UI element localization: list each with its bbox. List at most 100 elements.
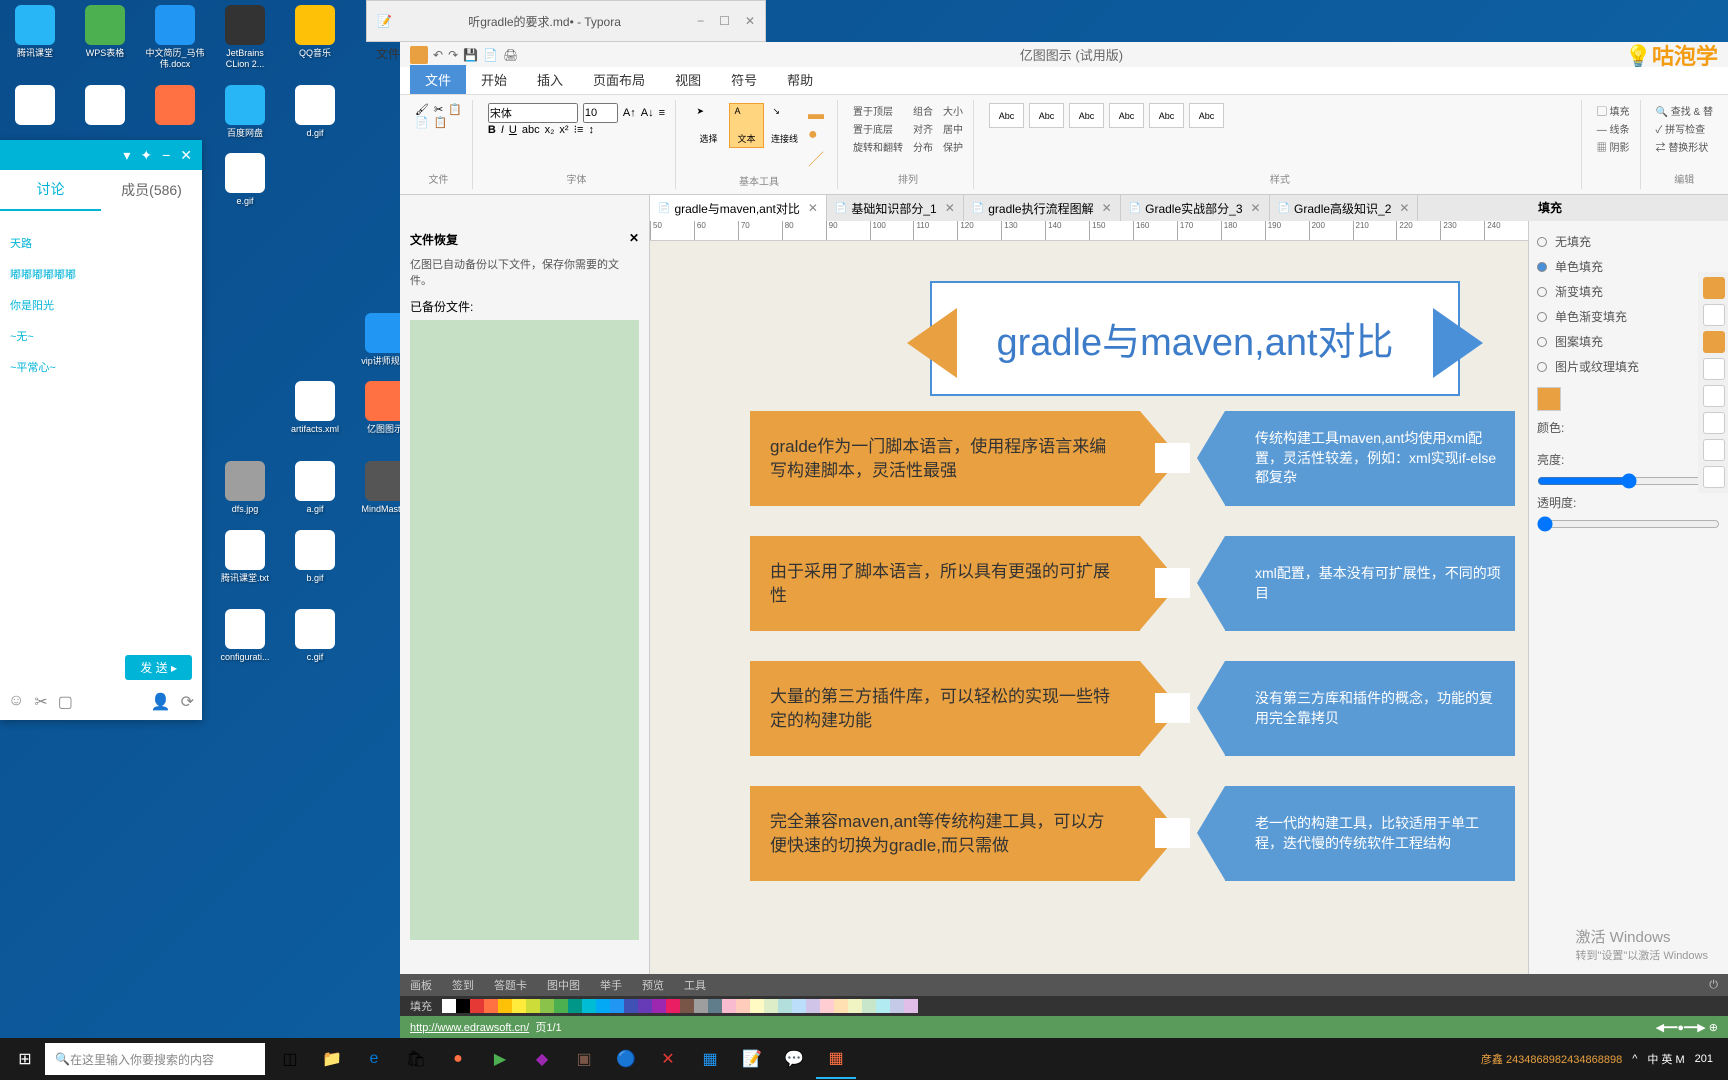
user-icon[interactable]: 👤: [151, 692, 171, 712]
app-icon[interactable]: 📝: [732, 1039, 772, 1079]
strike-button[interactable]: abc: [522, 124, 540, 136]
app-icon[interactable]: 💬: [774, 1039, 814, 1079]
image-icon[interactable]: ▢: [58, 692, 73, 712]
palette-color[interactable]: [792, 999, 806, 1013]
fill-option[interactable]: 图片或纹理填充: [1537, 354, 1720, 379]
refresh-icon[interactable]: ⟳: [181, 692, 194, 712]
tab-close-icon[interactable]: ✕: [945, 201, 955, 215]
ribbon-tab[interactable]: 插入: [522, 65, 578, 94]
taskbar-search[interactable]: 🔍 在这里输入你要搜索的内容: [45, 1043, 265, 1075]
diagram-title-box[interactable]: gradle与maven,ant对比: [930, 281, 1460, 396]
fill-option[interactable]: 图案填充: [1537, 329, 1720, 354]
send-button[interactable]: 发 送 ▸: [125, 655, 192, 680]
desktop-icon[interactable]: WPS表格: [75, 5, 135, 70]
palette-color[interactable]: [694, 999, 708, 1013]
chat-tab-members[interactable]: 成员(586): [101, 170, 202, 210]
palette-color[interactable]: [484, 999, 498, 1013]
palette-color[interactable]: [904, 999, 918, 1013]
palette-color[interactable]: [554, 999, 568, 1013]
desktop-icon[interactable]: dfs.jpg: [215, 461, 275, 515]
find-button[interactable]: 🔍 查找 & 替: [1656, 103, 1713, 118]
print-icon[interactable]: 🖨: [503, 48, 518, 62]
decrease-font-icon[interactable]: A↓: [641, 107, 654, 119]
canvas[interactable]: gradle与maven,ant对比 gralde作为一门脚本语言，使用程序语言…: [650, 241, 1528, 974]
palette-color[interactable]: [540, 999, 554, 1013]
desktop-icon[interactable]: [285, 233, 345, 298]
chrome-icon[interactable]: 🔵: [606, 1039, 646, 1079]
fill-option[interactable]: 单色渐变填充: [1537, 304, 1720, 329]
explorer-icon[interactable]: 📁: [312, 1039, 352, 1079]
palette-color[interactable]: [470, 999, 484, 1013]
edraw-task-icon[interactable]: ▦: [816, 1039, 856, 1079]
color-swatch[interactable]: [1537, 387, 1561, 411]
palette-color[interactable]: [708, 999, 722, 1013]
desktop-icon[interactable]: [145, 85, 205, 139]
fill-option[interactable]: 渐变填充: [1537, 279, 1720, 304]
size-button[interactable]: 大小: [943, 103, 963, 118]
palette-color[interactable]: [456, 999, 470, 1013]
send-back-button[interactable]: 置于底层: [853, 121, 903, 136]
protect-button[interactable]: 保护: [943, 139, 963, 154]
palette-color[interactable]: [498, 999, 512, 1013]
help-tool-icon[interactable]: [1703, 466, 1725, 488]
task-view-icon[interactable]: ◫: [270, 1039, 310, 1079]
desktop-icon[interactable]: [5, 85, 65, 139]
chat-pin-icon[interactable]: ▾: [123, 147, 130, 164]
edge-icon[interactable]: e: [354, 1039, 394, 1079]
typora-minimize-icon[interactable]: −: [697, 14, 704, 28]
palette-color[interactable]: [778, 999, 792, 1013]
palette-color[interactable]: [568, 999, 582, 1013]
desktop-icon[interactable]: [215, 381, 275, 446]
palette-color[interactable]: [666, 999, 680, 1013]
palette-color[interactable]: [736, 999, 750, 1013]
chat-user-item[interactable]: ~无~: [10, 328, 192, 344]
opacity-slider[interactable]: [1537, 516, 1720, 532]
clipboard-icon[interactable]: 📋: [434, 116, 448, 129]
palette-color[interactable]: [652, 999, 666, 1013]
chat-user-item[interactable]: 嘟嘟嘟嘟嘟嘟: [10, 266, 192, 282]
palette-color[interactable]: [582, 999, 596, 1013]
chat-user-item[interactable]: 天路: [10, 235, 192, 251]
app-icon[interactable]: ●: [438, 1039, 478, 1079]
line-tool-icon[interactable]: [1703, 304, 1725, 326]
desktop-icon[interactable]: 百度网盘: [215, 85, 275, 139]
view-bar-item[interactable]: 举手: [600, 977, 622, 993]
copy-icon[interactable]: 📋: [448, 103, 462, 116]
tab-close-icon[interactable]: ✕: [808, 201, 818, 215]
brightness-slider[interactable]: [1537, 473, 1720, 489]
palette-color[interactable]: [512, 999, 526, 1013]
ribbon-tab[interactable]: 符号: [716, 65, 772, 94]
desktop-icon[interactable]: e.gif: [215, 153, 275, 218]
diagram-row[interactable]: 由于采用了脚本语言，所以具有更强的可扩展性 xml配置，基本没有可扩展性，不同的…: [750, 536, 1510, 631]
palette-color[interactable]: [624, 999, 638, 1013]
chat-user-item[interactable]: 你是阳光: [10, 297, 192, 313]
chat-close-icon[interactable]: ✕: [180, 147, 192, 164]
typora-close-icon[interactable]: ✕: [745, 14, 755, 28]
palette-color[interactable]: [610, 999, 624, 1013]
app-icon[interactable]: ▣: [564, 1039, 604, 1079]
ribbon-tab[interactable]: 页面布局: [578, 65, 660, 94]
rotate-button[interactable]: 旋转和翻转: [853, 139, 903, 154]
zoom-slider[interactable]: ◀━━●━━▶ ⊕: [1656, 1022, 1718, 1034]
desktop-icon[interactable]: [215, 233, 275, 298]
desktop-icon[interactable]: artifacts.xml: [285, 381, 345, 446]
chat-minimize-icon[interactable]: −: [162, 147, 170, 163]
fill-option[interactable]: 无填充: [1537, 229, 1720, 254]
line-button[interactable]: — 线条: [1597, 121, 1630, 136]
power-icon[interactable]: ⏻: [1709, 979, 1718, 992]
redo-icon[interactable]: ↷: [448, 48, 458, 62]
font-name-select[interactable]: [488, 103, 578, 123]
cut-icon[interactable]: ✂: [34, 692, 47, 712]
typora-maximize-icon[interactable]: ☐: [719, 14, 730, 28]
clock[interactable]: 201: [1695, 1053, 1713, 1065]
bring-front-button[interactable]: 置于顶层: [853, 103, 903, 118]
style-preset[interactable]: Abc: [1189, 103, 1224, 128]
comment-tool-icon[interactable]: [1703, 439, 1725, 461]
shape-circle-icon[interactable]: ●: [808, 126, 824, 144]
emoji-icon[interactable]: ☺: [8, 692, 24, 712]
view-bar-item[interactable]: 答题卡: [494, 977, 527, 993]
scissors-icon[interactable]: ✂: [434, 103, 443, 116]
tab-close-icon[interactable]: ✕: [1251, 201, 1261, 215]
view-bar-item[interactable]: 预览: [642, 977, 664, 993]
page-tool-icon[interactable]: [1703, 412, 1725, 434]
